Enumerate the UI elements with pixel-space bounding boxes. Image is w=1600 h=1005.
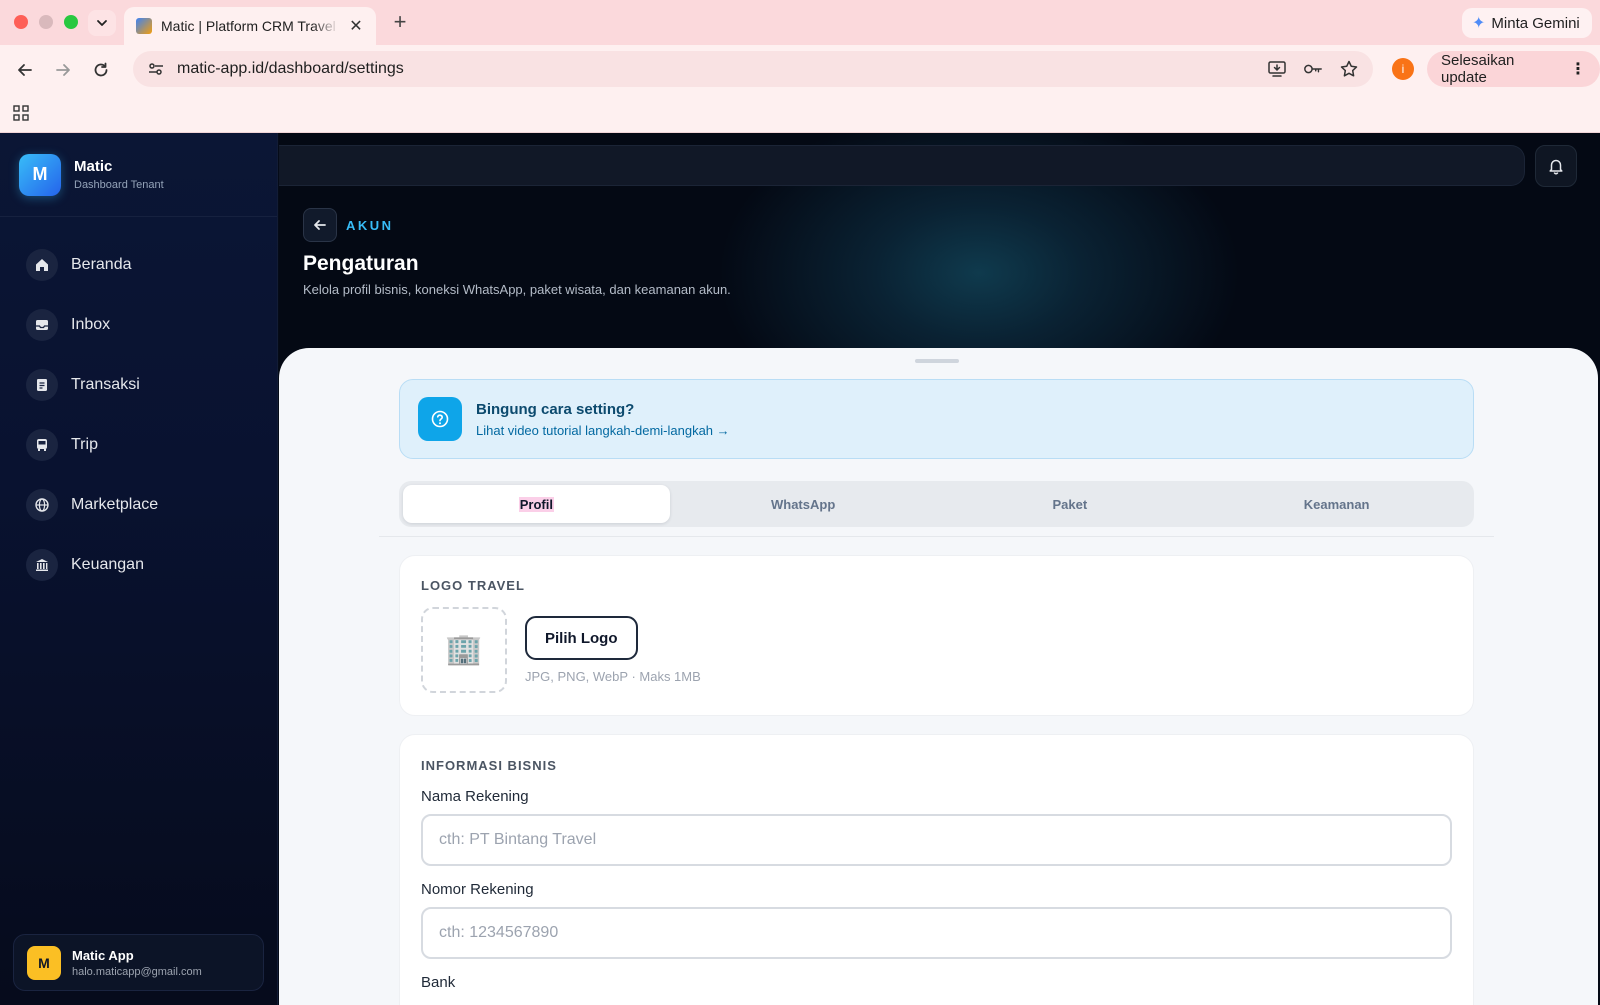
tab-label: Profil	[518, 496, 554, 512]
logo-hint: JPG, PNG, WebP · Maks 1MB	[525, 669, 701, 684]
tab-paket[interactable]: Paket	[937, 485, 1204, 523]
tab-keamanan[interactable]: Keamanan	[1203, 485, 1470, 523]
url-text: matic-app.id/dashboard/settings	[177, 60, 404, 77]
chevron-down-icon	[97, 20, 107, 26]
gemini-label: Minta Gemini	[1491, 14, 1580, 32]
update-label: Selesaikan update	[1441, 52, 1515, 86]
bank-label: Bank	[421, 974, 456, 991]
sidebar-item-label: Trip	[71, 436, 98, 453]
section-eyebrow: AKUN	[346, 218, 394, 233]
pick-logo-button[interactable]: Pilih Logo	[525, 616, 638, 660]
sidebar-item-beranda[interactable]: Beranda	[0, 243, 277, 287]
sidebar-item-label: Marketplace	[71, 496, 159, 513]
topbar-search[interactable]	[279, 145, 1525, 186]
main-content: AKUN Pengaturan Kelola profil bisnis, ko…	[279, 133, 1600, 1005]
browser-tab-active[interactable]: Matic | Platform CRM Travel Dashboard ✕	[124, 7, 376, 45]
sidebar-item-label: Transaksi	[71, 376, 140, 393]
help-circle-icon	[418, 397, 462, 441]
logo-section-title: LOGO TRAVEL	[421, 578, 525, 593]
help-tutorial-link[interactable]: Lihat video tutorial langkah-demi-langka…	[476, 423, 730, 438]
favicon-icon	[136, 18, 152, 34]
bank-icon	[26, 549, 58, 581]
tabs-divider	[379, 527, 1494, 537]
account-number-label: Nomor Rekening	[421, 881, 534, 898]
window-maximize-button[interactable]	[64, 15, 78, 29]
settings-content: Bingung cara setting? Lihat video tutori…	[379, 379, 1494, 1005]
browser-tab-title: Matic | Platform CRM Travel Dashboard	[161, 18, 339, 34]
home-icon	[26, 249, 58, 281]
gemini-button[interactable]: ✦ Minta Gemini	[1462, 8, 1592, 38]
help-banner[interactable]: Bingung cara setting? Lihat video tutori…	[399, 379, 1474, 459]
notifications-button[interactable]	[1535, 145, 1577, 187]
brand-name: Matic	[74, 158, 113, 175]
update-button[interactable]: Selesaikan update ⋮	[1427, 51, 1600, 87]
document-icon	[26, 369, 58, 401]
sidebar-item-keuangan[interactable]: Keuangan	[0, 543, 277, 587]
bookmarks-bar	[0, 93, 1600, 133]
install-app-icon[interactable]	[1267, 59, 1287, 79]
account-name-label: Nama Rekening	[421, 788, 529, 805]
help-title: Bingung cara setting?	[476, 400, 635, 418]
more-vertical-icon: ⋮	[1570, 61, 1586, 78]
brand-logo: M	[19, 153, 61, 196]
account-name-field[interactable]	[421, 814, 1452, 866]
tab-whatsapp[interactable]: WhatsApp	[670, 485, 937, 523]
sidebar-item-label: Keuangan	[71, 556, 144, 573]
back-nav-button[interactable]	[303, 208, 337, 242]
sidebar-nav: Beranda Inbox Transaksi Trip Marketplace…	[0, 217, 277, 587]
back-button[interactable]	[12, 57, 38, 83]
arrow-left-icon	[18, 64, 32, 76]
avatar: M	[27, 945, 61, 980]
sidebar-item-marketplace[interactable]: Marketplace	[0, 483, 277, 527]
building-icon: 🏢	[445, 633, 483, 666]
window-close-button[interactable]	[14, 15, 28, 29]
tab-profil[interactable]: Profil	[403, 485, 670, 523]
tab-search-button[interactable]	[88, 10, 116, 36]
site-settings-icon[interactable]	[147, 60, 165, 78]
brand[interactable]: M Matic Dashboard Tenant	[0, 133, 277, 217]
address-bar[interactable]: matic-app.id/dashboard/settings	[133, 51, 1373, 87]
user-email: halo.maticapp@gmail.com	[72, 965, 202, 978]
settings-tabs: Profil WhatsApp Paket Keamanan	[399, 481, 1474, 527]
user-card[interactable]: M Matic App halo.maticapp@gmail.com	[13, 934, 264, 991]
logo-card: LOGO TRAVEL 🏢 Pilih Logo JPG, PNG, WebP …	[399, 555, 1474, 716]
bookmark-star-icon[interactable]	[1339, 59, 1359, 79]
window-minimize-button[interactable]	[39, 15, 53, 29]
sparkle-icon: ✦	[1472, 15, 1486, 32]
reload-button[interactable]	[88, 57, 114, 83]
arrow-right-icon	[56, 64, 70, 76]
password-key-icon[interactable]	[1303, 59, 1323, 79]
sidebar-item-trip[interactable]: Trip	[0, 423, 277, 467]
sidebar-item-transaksi[interactable]: Transaksi	[0, 363, 277, 407]
business-section-title: INFORMASI BISNIS	[421, 758, 557, 773]
forward-button[interactable]	[50, 57, 76, 83]
sidebar-item-label: Beranda	[71, 256, 132, 273]
new-tab-button[interactable]: +	[388, 10, 412, 34]
bell-icon	[1549, 159, 1563, 175]
profile-avatar[interactable]: i	[1392, 58, 1414, 80]
user-name: Matic App	[72, 947, 134, 963]
sidebar-item-inbox[interactable]: Inbox	[0, 303, 277, 347]
settings-sheet: Bingung cara setting? Lihat video tutori…	[279, 348, 1598, 1005]
sidebar: M Matic Dashboard Tenant Beranda Inbox T…	[0, 133, 278, 1005]
sheet-grabber[interactable]	[915, 359, 959, 363]
apps-grid-icon[interactable]	[13, 105, 29, 121]
browser-tab-strip: Matic | Platform CRM Travel Dashboard ✕ …	[0, 0, 1600, 45]
account-number-field[interactable]	[421, 907, 1452, 959]
page-subtitle: Kelola profil bisnis, koneksi WhatsApp, …	[303, 282, 731, 297]
sidebar-item-label: Inbox	[71, 316, 111, 333]
page-title: Pengaturan	[303, 252, 419, 275]
globe-icon	[26, 489, 58, 521]
close-icon[interactable]: ✕	[348, 16, 364, 36]
browser-toolbar: matic-app.id/dashboard/settings i Selesa…	[0, 45, 1600, 93]
app-viewport: M Matic Dashboard Tenant Beranda Inbox T…	[0, 133, 1600, 1005]
bus-icon	[26, 429, 58, 461]
logo-dropzone[interactable]: 🏢	[421, 607, 507, 693]
brand-subtitle: Dashboard Tenant	[74, 179, 164, 191]
inbox-icon	[26, 309, 58, 341]
reload-icon	[94, 62, 108, 77]
settings-tabs-wrap: Profil WhatsApp Paket Keamanan	[379, 481, 1494, 537]
arrow-left-icon	[314, 220, 326, 230]
business-info-card: INFORMASI BISNIS Nama Rekening Nomor Rek…	[399, 734, 1474, 1005]
